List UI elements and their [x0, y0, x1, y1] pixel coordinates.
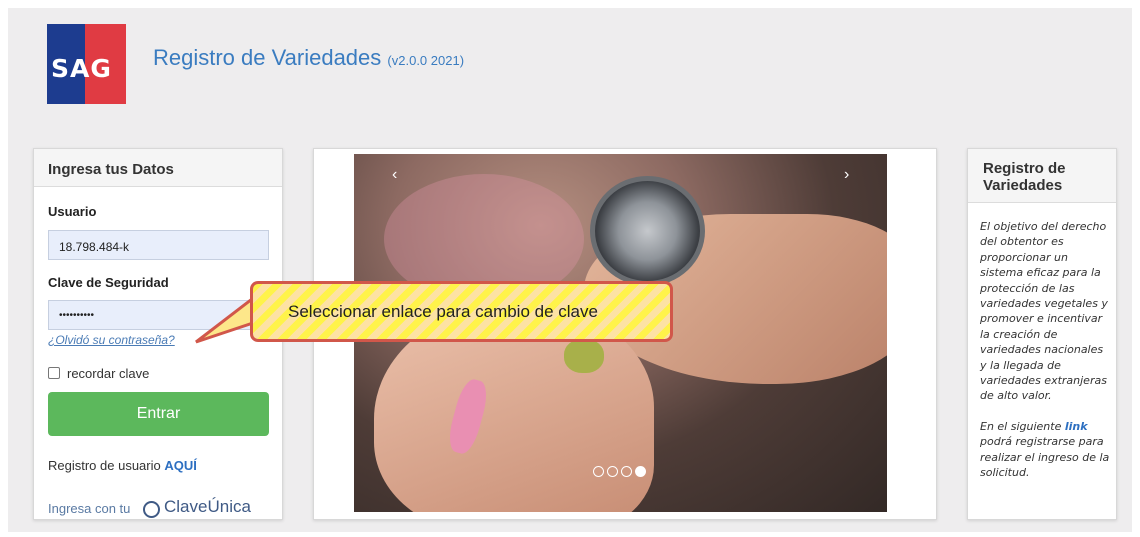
callout-pointer: [195, 293, 264, 344]
callout-annotation: Seleccionar enlace para cambio de clave: [250, 281, 673, 342]
